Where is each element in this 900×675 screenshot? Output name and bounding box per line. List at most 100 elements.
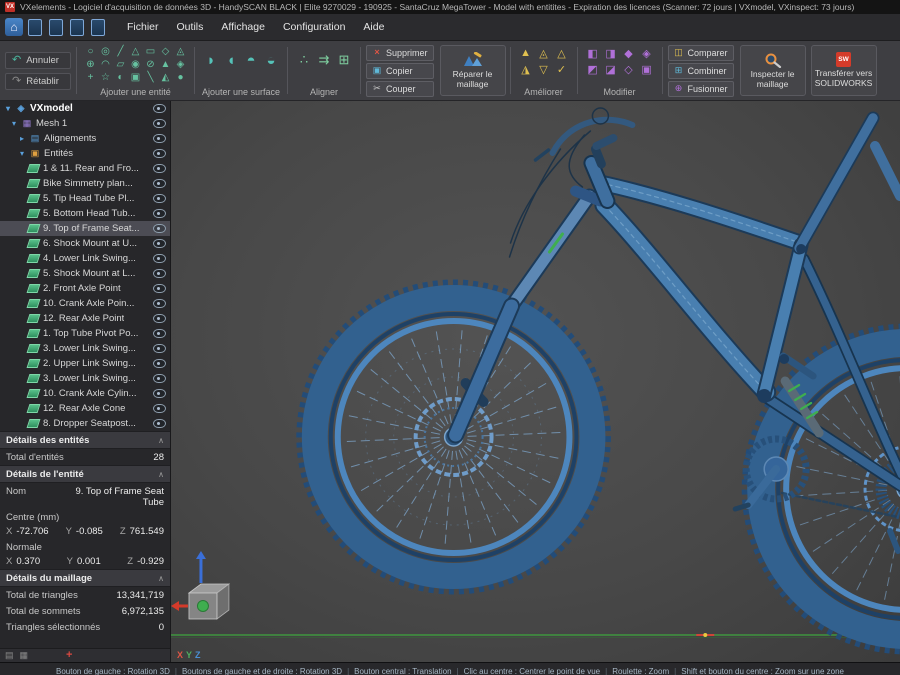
- chevron-down-icon[interactable]: ▾: [4, 104, 12, 113]
- ribbon-tool-icon[interactable]: ✓: [553, 61, 571, 77]
- ribbon-tool-icon[interactable]: ◉: [128, 58, 143, 71]
- ribbon-tool-icon[interactable]: ◒: [261, 45, 281, 75]
- ribbon-tool-icon[interactable]: ◎: [98, 45, 113, 58]
- chevron-down-icon[interactable]: ▾: [10, 119, 18, 128]
- add-item-icon[interactable]: +: [66, 650, 72, 661]
- redo-button[interactable]: ↷ Rétablir: [5, 73, 71, 90]
- repair-mesh-button[interactable]: Réparer le maillage: [440, 45, 506, 96]
- ribbon-tool-icon[interactable]: ◈: [173, 58, 188, 71]
- ribbon-tool-icon[interactable]: △: [128, 45, 143, 58]
- eye-icon[interactable]: [153, 134, 166, 143]
- tree-item-entity[interactable]: 1 & 11. Rear and Fro...: [0, 161, 170, 176]
- ribbon-tool-icon[interactable]: ▭: [143, 45, 158, 58]
- menu-configuration[interactable]: Configuration: [274, 17, 354, 37]
- tree-item-entity[interactable]: 12. Rear Axle Point: [0, 311, 170, 326]
- menu-aide[interactable]: Aide: [354, 17, 393, 37]
- ribbon-tool-icon[interactable]: ⇉: [314, 45, 334, 75]
- tree-item-entity[interactable]: 3. Lower Link Swing...: [0, 341, 170, 356]
- ribbon-tool-icon[interactable]: ◇: [158, 45, 173, 58]
- menu-outils[interactable]: Outils: [168, 17, 213, 37]
- combine-button[interactable]: ⊞ Combiner: [668, 63, 734, 79]
- ribbon-tool-icon[interactable]: ▣: [638, 61, 656, 77]
- inspect-mesh-button[interactable]: Inspecter le maillage: [740, 45, 806, 96]
- eye-icon[interactable]: [153, 119, 166, 128]
- ribbon-tool-icon[interactable]: ◨: [602, 45, 620, 61]
- ribbon-tool-icon[interactable]: ◓: [241, 45, 261, 75]
- ribbon-tool-icon[interactable]: ◬: [535, 45, 553, 61]
- tree-item-mesh[interactable]: ▾ ▦ Mesh 1: [0, 116, 170, 131]
- ribbon-tool-icon[interactable]: ◈: [638, 45, 656, 61]
- ribbon-tool-icon[interactable]: ▽: [535, 61, 553, 77]
- collapse-icon[interactable]: ∧: [158, 436, 164, 445]
- tree-item-entity[interactable]: 5. Shock Mount at L...: [0, 266, 170, 281]
- ribbon-tool-icon[interactable]: ◇: [620, 61, 638, 77]
- eye-icon[interactable]: [153, 149, 166, 158]
- section-header-entities-details[interactable]: Détails des entités ∧: [0, 431, 170, 449]
- tree-item-alignments[interactable]: ▸ ▤ Alignements: [0, 131, 170, 146]
- eye-icon[interactable]: [153, 344, 166, 353]
- ribbon-tool-icon[interactable]: ◮: [517, 61, 535, 77]
- eye-icon[interactable]: [153, 194, 166, 203]
- ribbon-tool-icon[interactable]: ╲: [143, 71, 158, 84]
- section-header-entity-details[interactable]: Détails de l'entité ∧: [0, 465, 170, 483]
- eye-icon[interactable]: [153, 314, 166, 323]
- eye-icon[interactable]: [153, 404, 166, 413]
- tree-item-entity[interactable]: 8. Dropper Seatpost...: [0, 416, 170, 431]
- ribbon-tool-icon[interactable]: ▲: [158, 58, 173, 71]
- compare-button[interactable]: ◫ Comparer: [668, 45, 734, 61]
- ribbon-tool-icon[interactable]: ⊞: [334, 45, 354, 75]
- ribbon-tool-icon[interactable]: ◗: [201, 45, 221, 75]
- ribbon-tool-icon[interactable]: ◠: [98, 58, 113, 71]
- tree-item-entity[interactable]: 10. Crank Axle Poin...: [0, 296, 170, 311]
- tree-item-entity[interactable]: Bike Simmetry plan...: [0, 176, 170, 191]
- ribbon-tool-icon[interactable]: ◬: [173, 45, 188, 58]
- eye-icon[interactable]: [153, 374, 166, 383]
- ribbon-tool-icon[interactable]: ▱: [113, 58, 128, 71]
- chevron-down-icon[interactable]: ▾: [18, 149, 26, 158]
- eye-icon[interactable]: [153, 239, 166, 248]
- new-session-icon[interactable]: [28, 19, 42, 36]
- menu-affichage[interactable]: Affichage: [212, 17, 274, 37]
- eye-icon[interactable]: [153, 299, 166, 308]
- eye-icon[interactable]: [153, 224, 166, 233]
- eye-icon[interactable]: [153, 419, 166, 428]
- ribbon-tool-icon[interactable]: ☆: [98, 71, 113, 84]
- tree-item-entities[interactable]: ▾ ▣ Entités: [0, 146, 170, 161]
- ribbon-tool-icon[interactable]: ◧: [584, 45, 602, 61]
- viewport-3d[interactable]: X Y Z: [171, 101, 900, 662]
- ribbon-tool-icon[interactable]: ◖: [221, 45, 241, 75]
- grid-view-icon[interactable]: ▦: [20, 651, 29, 660]
- ribbon-tool-icon[interactable]: ∴: [294, 45, 314, 75]
- ribbon-tool-icon[interactable]: ⊕: [83, 58, 98, 71]
- tree-item-entity[interactable]: 12. Rear Axle Cone: [0, 401, 170, 416]
- ribbon-tool-icon[interactable]: △: [553, 45, 571, 61]
- tree-item-entity[interactable]: 5. Tip Head Tube Pl...: [0, 191, 170, 206]
- undo-button[interactable]: ↶ Annuler: [5, 52, 71, 69]
- tree-item-entity[interactable]: 5. Bottom Head Tub...: [0, 206, 170, 221]
- eye-icon[interactable]: [153, 284, 166, 293]
- eye-icon[interactable]: [153, 254, 166, 263]
- eye-icon[interactable]: [153, 179, 166, 188]
- ribbon-tool-icon[interactable]: ╱: [113, 45, 128, 58]
- tree-item-entity[interactable]: 2. Upper Link Swing...: [0, 356, 170, 371]
- menu-fichier[interactable]: Fichier: [118, 17, 168, 37]
- eye-icon[interactable]: [153, 209, 166, 218]
- ribbon-tool-icon[interactable]: ◆: [620, 45, 638, 61]
- cut-button[interactable]: ✂ Couper: [366, 81, 434, 97]
- ribbon-tool-icon[interactable]: +: [83, 71, 98, 84]
- eye-icon[interactable]: [153, 359, 166, 368]
- tree-item-entity[interactable]: 9. Top of Frame Seat...: [0, 221, 170, 236]
- chevron-right-icon[interactable]: ▸: [18, 134, 26, 143]
- ribbon-tool-icon[interactable]: ○: [83, 45, 98, 58]
- tree-item-entity[interactable]: 3. Lower Link Swing...: [0, 371, 170, 386]
- tree-item-entity[interactable]: 1. Top Tube Pivot Po...: [0, 326, 170, 341]
- ribbon-tool-icon[interactable]: ⊘: [143, 58, 158, 71]
- list-view-icon[interactable]: ▤: [5, 651, 14, 660]
- import-icon[interactable]: [91, 19, 105, 36]
- tree-item-entity[interactable]: 6. Shock Mount at U...: [0, 236, 170, 251]
- ribbon-tool-icon[interactable]: ◪: [602, 61, 620, 77]
- ribbon-tool-icon[interactable]: ◐: [113, 71, 128, 84]
- delete-button[interactable]: × Supprimer: [366, 45, 434, 61]
- copy-button[interactable]: ▣ Copier: [366, 63, 434, 79]
- ribbon-tool-icon[interactable]: ◭: [158, 71, 173, 84]
